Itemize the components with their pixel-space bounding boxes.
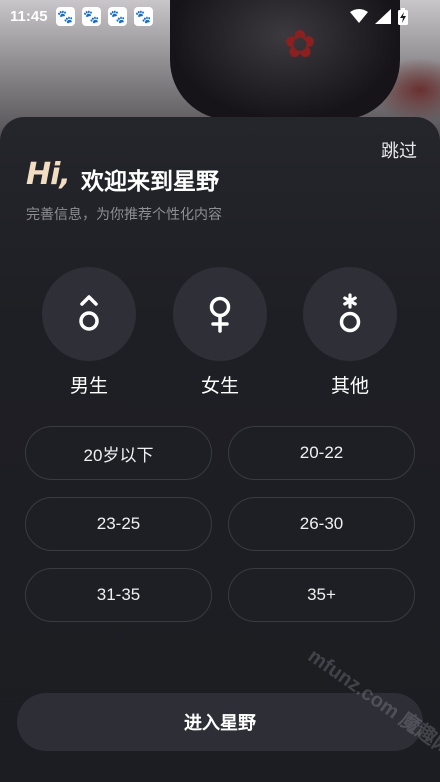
male-symbol-icon xyxy=(79,295,99,331)
gender-option-other[interactable]: 其他 xyxy=(303,267,397,398)
gender-label: 其他 xyxy=(330,376,369,397)
status-bar: 11:45 🐾 🐾 🐾 🐾 xyxy=(0,0,440,32)
baidu-paw-icon: 🐾 xyxy=(107,6,127,26)
gender-option-female[interactable]: 女生 xyxy=(173,267,267,398)
subtitle: 完善信息，为你推荐个性化内容 xyxy=(26,206,222,222)
age-option-20-22[interactable]: 20-22 xyxy=(228,426,415,480)
female-symbol-icon xyxy=(209,296,231,333)
baidu-paw-icon: 🐾 xyxy=(81,6,101,26)
signal-icon xyxy=(375,8,391,24)
skip-button[interactable]: 跳过 xyxy=(381,137,417,163)
age-option-35-plus[interactable]: 35+ xyxy=(228,568,415,622)
wifi-icon xyxy=(350,8,368,23)
age-option-26-30[interactable]: 26-30 xyxy=(228,497,415,551)
baidu-paw-icon: 🐾 xyxy=(55,6,75,26)
gender-circle xyxy=(303,267,397,361)
notification-icons: 🐾 🐾 🐾 🐾 xyxy=(55,6,153,26)
gender-label: 女生 xyxy=(200,376,239,397)
gender-label: 男生 xyxy=(69,376,108,397)
welcome-title: 欢迎来到星野 xyxy=(81,168,219,194)
battery-charging-icon xyxy=(398,7,408,25)
gender-circle xyxy=(173,267,267,361)
age-option-23-25[interactable]: 23-25 xyxy=(25,497,212,551)
system-icons xyxy=(350,7,408,25)
other-gender-icon xyxy=(339,293,361,333)
gender-circle xyxy=(42,267,136,361)
baidu-paw-icon: 🐾 xyxy=(133,6,153,26)
gender-option-male[interactable]: 男生 xyxy=(42,267,136,398)
age-option-31-35[interactable]: 31-35 xyxy=(25,568,212,622)
status-time: 11:45 xyxy=(10,7,48,25)
age-option-under-20[interactable]: 20岁以下 xyxy=(25,426,212,480)
hi-logo: Hi, xyxy=(26,157,71,192)
